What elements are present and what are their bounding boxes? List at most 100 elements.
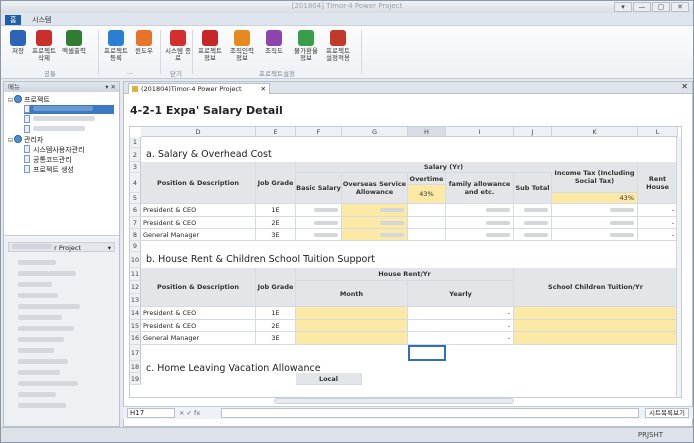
row-header-17[interactable]: 17 bbox=[130, 345, 141, 361]
cell-value-blurred[interactable] bbox=[446, 229, 514, 241]
row-header-5[interactable]: 5 bbox=[130, 193, 141, 204]
cell-job-grade[interactable]: 3E bbox=[256, 229, 296, 241]
column-header-H[interactable]: H bbox=[408, 127, 446, 137]
cell-school-tuition[interactable] bbox=[514, 307, 678, 320]
column-header-K[interactable]: K bbox=[552, 127, 638, 137]
ribbon-button-2[interactable]: 엑셀출력 bbox=[59, 30, 89, 55]
tree-node-project[interactable]: ⊟ 프로젝트 bbox=[8, 95, 50, 105]
cell-rent-house[interactable]: - bbox=[638, 204, 678, 217]
cell-position[interactable]: General Manager bbox=[141, 229, 256, 241]
cell-job-grade[interactable]: 2E bbox=[256, 320, 296, 332]
spreadsheet-grid[interactable]: D E F G H I J K L 1 2 3 4 5 6 7 8 9 10 11 12 13 14 15 16 17 18 19 a.… bbox=[129, 126, 682, 398]
cell-month-rent[interactable] bbox=[296, 307, 408, 320]
row-header-9[interactable]: 9 bbox=[130, 241, 141, 252]
sheet-list-button[interactable]: 시트목록보기 bbox=[645, 408, 689, 418]
cell-value-blurred[interactable] bbox=[446, 204, 514, 217]
cell-yearly-rent[interactable]: - bbox=[408, 320, 514, 332]
ribbon-button-9[interactable]: 물가환율 정보 bbox=[291, 30, 321, 62]
cell-job-grade[interactable]: 2E bbox=[256, 217, 296, 229]
cell-value-blurred[interactable] bbox=[514, 204, 552, 217]
column-header-F[interactable]: F bbox=[296, 127, 342, 137]
cell-job-grade[interactable]: 1E bbox=[256, 307, 296, 320]
tree-node-user-management[interactable]: 시스템사용자관리 bbox=[24, 145, 85, 155]
vertical-scrollbar[interactable] bbox=[676, 137, 681, 397]
minimize-button[interactable]: — bbox=[633, 2, 651, 12]
tab-system[interactable]: 시스템 bbox=[27, 15, 56, 25]
ribbon-button-10[interactable]: 프로젝트 설정적용 bbox=[323, 30, 353, 62]
cell-yearly-rent[interactable]: - bbox=[408, 332, 514, 345]
cell-rent-house[interactable]: - bbox=[638, 217, 678, 229]
row-header-10[interactable]: 10 bbox=[130, 252, 141, 268]
close-document-icon[interactable]: ✕ bbox=[681, 82, 688, 91]
cell-value-blurred[interactable] bbox=[552, 204, 638, 217]
row-header-11[interactable]: 11 bbox=[130, 268, 141, 281]
row-header-16[interactable]: 16 bbox=[130, 332, 141, 345]
cell-position[interactable]: President & CEO bbox=[141, 307, 256, 320]
cell-yearly-rent[interactable]: - bbox=[408, 307, 514, 320]
cell-month-rent[interactable] bbox=[296, 320, 408, 332]
cell-overtime[interactable] bbox=[408, 229, 446, 241]
cell-job-grade[interactable]: 1E bbox=[256, 204, 296, 217]
cell-school-tuition[interactable] bbox=[514, 320, 678, 332]
pin-icon[interactable]: ▾ ✕ bbox=[105, 82, 116, 92]
row-header-4[interactable]: 4 bbox=[130, 173, 141, 193]
row-header-19[interactable]: 19 bbox=[130, 373, 141, 385]
cell-value-blurred[interactable] bbox=[514, 217, 552, 229]
project-selector[interactable]: r Project ▾ bbox=[8, 242, 115, 252]
cell-overtime[interactable] bbox=[408, 204, 446, 217]
row-header-1[interactable]: 1 bbox=[130, 137, 141, 148]
formula-symbols[interactable]: × ✓ fx bbox=[179, 408, 219, 418]
ribbon-button-8[interactable]: 조직도 bbox=[259, 30, 289, 55]
tree-node-admin[interactable]: ⊟ 관리자 bbox=[8, 135, 43, 145]
ribbon-button-5[interactable]: 시스템 종료 bbox=[163, 30, 193, 62]
cell-school-tuition[interactable] bbox=[514, 332, 678, 345]
cell-value-blurred[interactable] bbox=[514, 229, 552, 241]
row-header-18[interactable]: 18 bbox=[130, 361, 141, 373]
column-header-G[interactable]: G bbox=[342, 127, 408, 137]
cell-value-blurred[interactable] bbox=[296, 217, 342, 229]
ribbon-button-7[interactable]: 조직인력 정보 bbox=[227, 30, 257, 62]
dropdown-window-button[interactable]: ▾ bbox=[614, 2, 632, 12]
cell-value-blurred[interactable] bbox=[342, 217, 408, 229]
cell-reference-box[interactable]: H17 bbox=[127, 408, 175, 418]
cell-value-blurred[interactable] bbox=[552, 217, 638, 229]
cell-position[interactable]: General Manager bbox=[141, 332, 256, 345]
row-header-2[interactable]: 2 bbox=[130, 148, 141, 162]
cell-value-blurred[interactable] bbox=[342, 229, 408, 241]
row-header-13[interactable]: 13 bbox=[130, 294, 141, 307]
column-header-L[interactable]: L bbox=[638, 127, 678, 137]
ribbon-button-1[interactable]: 프로젝트 삭제 bbox=[29, 30, 59, 62]
cell-overtime[interactable] bbox=[408, 217, 446, 229]
tree-node-create-project[interactable]: 프로젝트 생성 bbox=[24, 165, 74, 175]
row-header-14[interactable]: 14 bbox=[130, 307, 141, 320]
ribbon-button-4[interactable]: 윈도우 bbox=[129, 30, 159, 55]
formula-input[interactable] bbox=[221, 408, 639, 418]
row-header-6[interactable]: 6 bbox=[130, 204, 141, 217]
row-header-3[interactable]: 3 bbox=[130, 162, 141, 173]
tree-node-project-2[interactable] bbox=[24, 115, 95, 125]
cell-job-grade[interactable]: 3E bbox=[256, 332, 296, 345]
cell-value-blurred[interactable] bbox=[342, 204, 408, 217]
ribbon-button-3[interactable]: 프로젝트 등록 bbox=[101, 30, 131, 62]
horizontal-scrollbar[interactable] bbox=[274, 398, 514, 404]
cell-month-rent[interactable] bbox=[296, 332, 408, 345]
cell-value-blurred[interactable] bbox=[296, 204, 342, 217]
cell-position[interactable]: President & CEO bbox=[141, 204, 256, 217]
cell-value-blurred[interactable] bbox=[296, 229, 342, 241]
cell-position[interactable]: President & CEO bbox=[141, 217, 256, 229]
cell-value-blurred[interactable] bbox=[446, 217, 514, 229]
ribbon-button-6[interactable]: 프로젝트 정보 bbox=[195, 30, 225, 62]
cell-position[interactable]: President & CEO bbox=[141, 320, 256, 332]
tree-node-project-3[interactable] bbox=[24, 125, 85, 135]
maximize-button[interactable]: ▢ bbox=[652, 2, 670, 12]
close-window-button[interactable]: ✕ bbox=[671, 2, 689, 12]
row-header-7[interactable]: 7 bbox=[130, 217, 141, 229]
row-header-15[interactable]: 15 bbox=[130, 320, 141, 332]
column-header-J[interactable]: J bbox=[514, 127, 552, 137]
tree-node-common-code[interactable]: 공통코드관리 bbox=[24, 155, 72, 165]
cell-rent-house[interactable]: - bbox=[638, 229, 678, 241]
row-header-12[interactable]: 12 bbox=[130, 281, 141, 294]
income-tax-rate[interactable]: 43% bbox=[552, 193, 638, 204]
row-header-8[interactable]: 8 bbox=[130, 229, 141, 241]
column-header-D[interactable]: D bbox=[141, 127, 256, 137]
